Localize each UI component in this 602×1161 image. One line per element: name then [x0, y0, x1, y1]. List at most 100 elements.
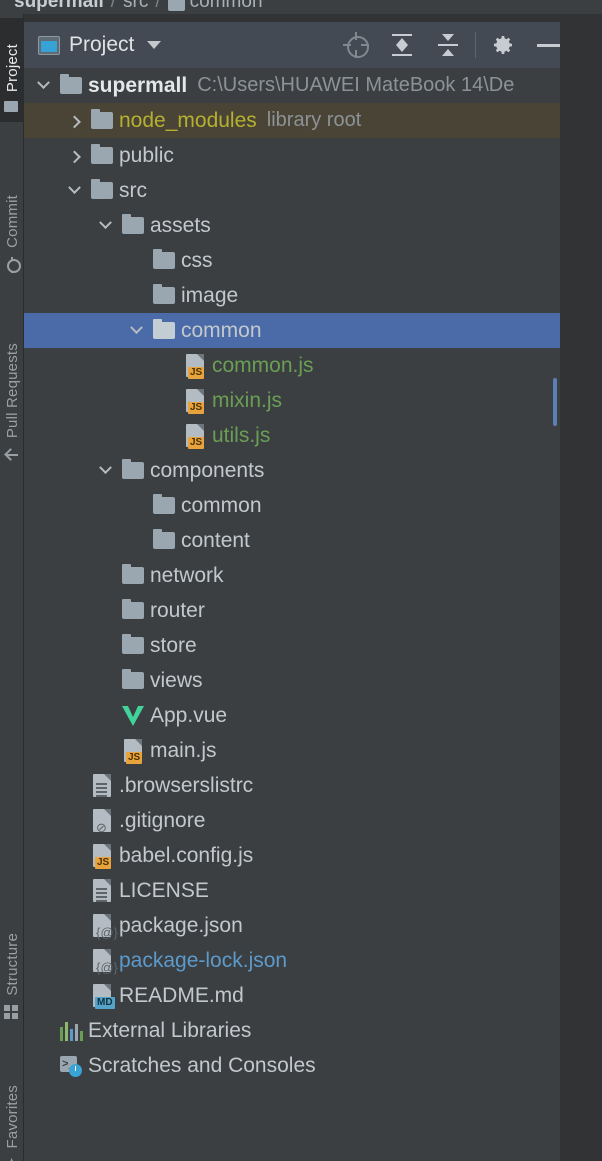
tree-twisty-placeholder: [61, 873, 87, 908]
project-tree[interactable]: supermall C:\Users\HUAWEI MateBook 14\De n…: [24, 68, 580, 1161]
tree-node-assets[interactable]: assets: [24, 208, 580, 243]
select-opened-file-button[interactable]: [333, 22, 379, 68]
project-title-group[interactable]: Project: [24, 33, 162, 57]
folder-icon: [153, 249, 175, 269]
tree-node-icon: MD: [87, 978, 117, 1013]
tree-node-babel-config-js[interactable]: JS babel.config.js: [24, 838, 580, 873]
tree-node-external-libraries[interactable]: External Libraries: [24, 1013, 580, 1048]
chevron-down-icon[interactable]: [147, 41, 162, 49]
tree-twisty-placeholder: [92, 733, 118, 768]
vertical-scrollbar-thumb[interactable]: [553, 378, 557, 426]
tree-node-image[interactable]: image: [24, 278, 580, 313]
folder-icon: [91, 179, 113, 199]
breadcrumb-separator: /: [155, 0, 161, 12]
tree-node-icon: [87, 768, 117, 803]
rail-tab-label: Project: [3, 43, 21, 92]
tree-node-label: External Libraries: [88, 1018, 252, 1042]
collapse-all-button[interactable]: [425, 22, 471, 68]
panel-actions: [333, 22, 580, 68]
tree-node-sublabel: library root: [266, 109, 362, 131]
tree-node-content[interactable]: content: [24, 523, 580, 558]
chevron-down-icon[interactable]: [30, 68, 56, 103]
folder-icon: [122, 669, 144, 689]
js-file-icon: JS: [186, 424, 205, 449]
tree-node-icon: [149, 278, 179, 313]
rail-tab-pull-requests[interactable]: Pull Requests: [0, 304, 24, 468]
pull-request-icon: [4, 447, 20, 463]
tree-node-public[interactable]: public: [24, 138, 580, 173]
tree-node-scratches-and-consoles[interactable]: >_ Scratches and Consoles: [24, 1048, 580, 1083]
tree-node-icon: [118, 453, 148, 488]
tree-node-store[interactable]: store: [24, 628, 580, 663]
tree-node-readme-md[interactable]: MD README.md: [24, 978, 580, 1013]
settings-button[interactable]: [480, 22, 526, 68]
tree-twisty-placeholder: [123, 243, 149, 278]
editor-background: [560, 22, 602, 1161]
chevron-down-icon[interactable]: [92, 453, 118, 488]
breadcrumb-label: common: [189, 0, 263, 12]
breadcrumb-item-src[interactable]: src: [123, 0, 148, 13]
tree-node-supermall[interactable]: supermall C:\Users\HUAWEI MateBook 14\De: [24, 68, 580, 103]
folder-icon: [91, 144, 113, 164]
tree-node-router[interactable]: router: [24, 593, 580, 628]
expand-all-button[interactable]: [379, 22, 425, 68]
chevron-right-icon[interactable]: [61, 103, 87, 138]
tree-node-icon: ⊘: [87, 803, 117, 838]
tree-node-icon: [149, 313, 179, 348]
rail-tab-label: Favorites: [3, 1084, 21, 1149]
tree-node-css[interactable]: css: [24, 243, 580, 278]
tree-node-utils-js[interactable]: JS utils.js: [24, 418, 580, 453]
tree-node-node_modules[interactable]: node_modules library root: [24, 103, 580, 138]
tree-node-mixin-js[interactable]: JS mixin.js: [24, 383, 580, 418]
tree-node-label: common: [181, 493, 262, 517]
project-panel-header: Project: [24, 22, 580, 68]
rail-tab-project[interactable]: Project: [0, 18, 24, 122]
tree-twisty-placeholder: [61, 908, 87, 943]
text-file-icon: [93, 879, 111, 902]
tree-node-gitignore[interactable]: ⊘ .gitignore: [24, 803, 580, 838]
chevron-down-icon[interactable]: [61, 173, 87, 208]
tree-node-network[interactable]: network: [24, 558, 580, 593]
rail-tab-favorites[interactable]: ★ Favorites: [0, 1054, 24, 1161]
tree-node-components-common[interactable]: common: [24, 488, 580, 523]
tree-node-label: assets: [150, 213, 211, 237]
chevron-right-icon[interactable]: [61, 138, 87, 173]
tree-node-label: views: [150, 668, 203, 692]
rail-tab-commit[interactable]: Commit: [0, 184, 24, 278]
chevron-down-icon[interactable]: [92, 208, 118, 243]
star-icon: ★: [4, 1156, 20, 1161]
external-libraries-icon: [59, 1021, 83, 1041]
expand-all-icon: [389, 32, 415, 58]
chevron-down-icon[interactable]: [123, 313, 149, 348]
tree-node-license[interactable]: LICENSE: [24, 873, 580, 908]
breadcrumb-item-supermall[interactable]: supermall: [14, 0, 104, 13]
tree-node-icon: [118, 663, 148, 698]
tree-node-package-json[interactable]: {@} package.json: [24, 908, 580, 943]
breadcrumb-item-common[interactable]: common: [167, 0, 263, 13]
tree-node-views[interactable]: views: [24, 663, 580, 698]
tree-node-browserslistrc[interactable]: .browserslistrc: [24, 768, 580, 803]
tree-twisty-placeholder: [92, 628, 118, 663]
tree-node-label: network: [150, 563, 224, 587]
tree-node-icon: JS: [118, 733, 148, 768]
tree-node-common-js[interactable]: JS common.js: [24, 348, 580, 383]
rail-tab-structure[interactable]: Structure: [0, 902, 24, 1026]
tree-node-assets-common[interactable]: common: [24, 313, 580, 348]
tree-twisty-placeholder: [92, 698, 118, 733]
tree-node-components[interactable]: components: [24, 453, 580, 488]
tree-node-src[interactable]: src: [24, 173, 580, 208]
js-file-icon: JS: [186, 389, 205, 414]
tree-node-label: router: [150, 598, 205, 622]
tree-node-app-vue[interactable]: App.vue: [24, 698, 580, 733]
locate-target-icon: [343, 32, 369, 58]
tree-node-label: .browserslistrc: [119, 773, 254, 797]
rail-tab-label: Structure: [3, 933, 21, 996]
tree-node-main-js[interactable]: JS main.js: [24, 733, 580, 768]
tree-node-icon: [87, 173, 117, 208]
tree-node-label: Scratches and Consoles: [88, 1053, 316, 1077]
tree-node-package-lock-json[interactable]: {@} package-lock.json: [24, 943, 580, 978]
minimize-icon: [537, 43, 561, 47]
tree-node-icon: [118, 698, 148, 733]
tree-twisty-placeholder: [61, 978, 87, 1013]
tree-node-label: package-lock.json: [119, 948, 288, 972]
